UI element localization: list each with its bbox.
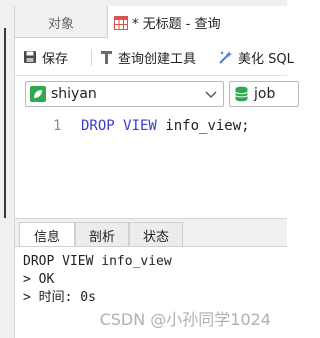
beautify-label: 美化 SQL xyxy=(238,51,294,67)
tab-info[interactable]: 信息 xyxy=(19,222,75,248)
result-line: > OK xyxy=(23,272,55,287)
chevron-down-icon xyxy=(205,91,217,98)
connection-value: shiyan xyxy=(51,86,97,102)
sql-identifier: info_view xyxy=(165,118,242,134)
panel-splitter-mark[interactable] xyxy=(4,28,6,218)
save-icon xyxy=(24,51,36,63)
tab-query[interactable]: * 无标题 - 查询 xyxy=(107,6,287,39)
beautify-icon xyxy=(219,50,233,64)
connection-selectors: shiyan job xyxy=(15,76,299,114)
query-grid-icon xyxy=(114,15,128,30)
tab-query-label: * 无标题 - 查询 xyxy=(132,17,221,32)
tab-status[interactable]: 状态 xyxy=(129,222,183,247)
query-builder-icon xyxy=(101,50,112,64)
save-label: 保存 xyxy=(42,51,69,67)
tab-bar: 对象 * 无标题 - 查询 xyxy=(15,6,287,39)
tab-objects[interactable]: 对象 xyxy=(15,6,107,38)
beautify-sql-button[interactable]: 美化 SQL xyxy=(218,38,294,76)
result-line: > 时间: 0s xyxy=(23,290,96,305)
query-builder-label: 查询创建工具 xyxy=(118,51,197,67)
save-button[interactable]: 保存 xyxy=(23,38,68,76)
database-select[interactable]: job xyxy=(229,81,299,107)
tab-objects-label: 对象 xyxy=(47,16,74,32)
tab-profile[interactable]: 剖析 xyxy=(75,222,129,247)
line-number: 1 xyxy=(53,118,62,134)
database-value: job xyxy=(254,86,276,102)
left-panel-edge xyxy=(0,6,15,338)
query-builder-button[interactable]: 查询创建工具 xyxy=(100,38,196,76)
database-icon xyxy=(235,86,248,102)
result-tab-bar: 信息 剖析 状态 xyxy=(15,218,287,248)
code-line: DROP VIEW info_view; xyxy=(81,118,250,134)
connection-select[interactable]: shiyan xyxy=(25,81,224,107)
tab-info-label: 信息 xyxy=(33,230,60,245)
tab-status-label: 状态 xyxy=(142,229,169,245)
tab-profile-label: 剖析 xyxy=(88,229,115,245)
watermark: CSDN @小孙同学1024 xyxy=(99,310,271,329)
toolbar-divider xyxy=(91,49,92,66)
editor-toolbar: 保存 查询创建工具 美化 SQL xyxy=(15,38,294,76)
sql-terminator: ; xyxy=(241,118,250,134)
sql-editor[interactable]: 1 DROP VIEW info_view; xyxy=(15,114,287,218)
result-line: DROP VIEW info_view xyxy=(23,254,172,269)
sql-keyword: DROP VIEW xyxy=(81,118,157,134)
connection-leaf-icon xyxy=(30,86,46,102)
